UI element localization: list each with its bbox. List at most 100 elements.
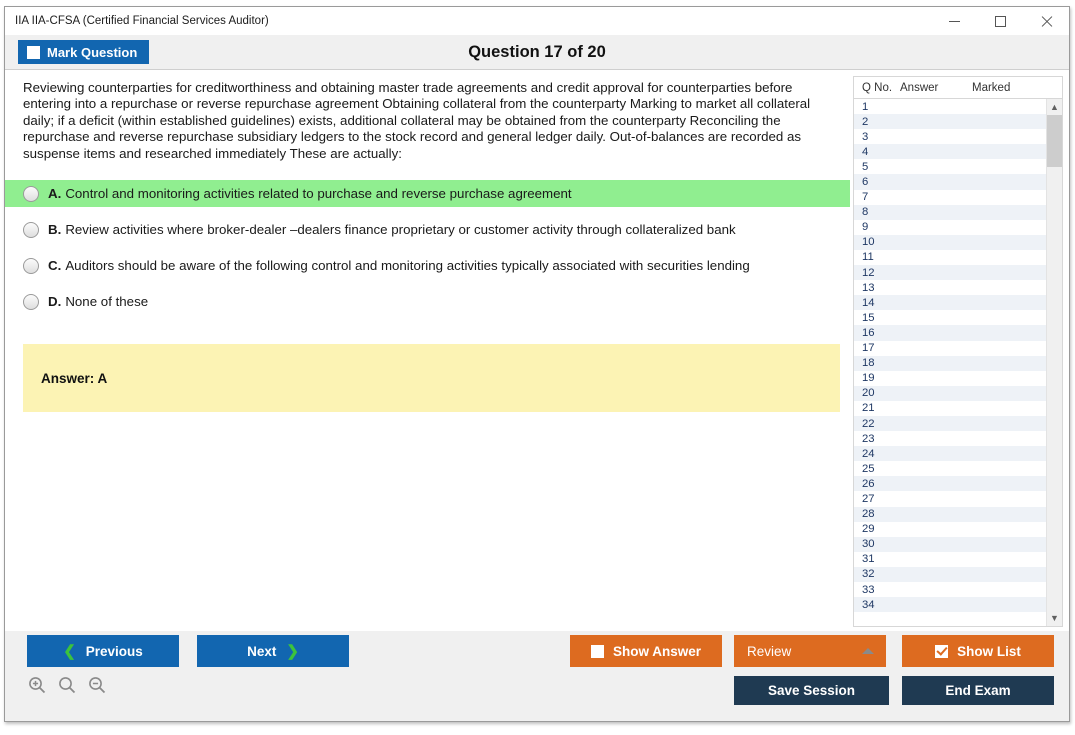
exam-footer: ❮ Previous Next ❯ Show Answer Review Sho… [5,631,1069,721]
question-list-row[interactable]: 16 [854,325,1046,341]
question-list-row[interactable]: 28 [854,506,1046,522]
question-content: Reviewing counterparties for creditworth… [5,70,850,631]
question-list-row[interactable]: 27 [854,491,1046,506]
zoom-in-icon[interactable] [27,675,47,695]
question-list-row[interactable]: 3 [854,129,1046,144]
question-list-row[interactable]: 18 [854,355,1046,371]
question-list-row[interactable]: 14 [854,295,1046,311]
question-list-row[interactable]: 2 [854,114,1046,130]
scrollbar-track[interactable] [1047,115,1062,610]
next-button[interactable]: Next ❯ [197,635,349,667]
question-list-row[interactable]: 25 [854,461,1046,476]
row-question-number: 13 [862,281,875,294]
column-header-qno: Q No. [862,81,893,94]
column-header-answer: Answer [900,81,939,94]
title-bar: IIA IIA-CFSA (Certified Financial Servic… [5,7,1069,35]
show-list-checkbox[interactable] [935,644,949,658]
row-question-number: 24 [862,447,875,460]
radio-icon-b[interactable] [23,221,39,238]
question-list-row[interactable]: 30 [854,536,1046,552]
row-question-number: 5 [862,160,869,173]
option-d-text: None of these [65,294,149,310]
question-list-row[interactable]: 31 [854,552,1046,567]
row-question-number: 2 [862,115,869,128]
question-list-scrollbar[interactable]: ▲ ▼ [1046,99,1062,626]
save-session-button[interactable]: Save Session [734,676,889,705]
question-list-header: Q No. Answer Marked [854,77,1062,99]
question-list-row[interactable]: 24 [854,446,1046,462]
option-b[interactable]: B. Review activities where broker-dealer… [5,216,850,243]
row-question-number: 34 [862,598,875,611]
show-answer-button[interactable]: Show Answer [570,635,722,667]
option-c[interactable]: C. Auditors should be aware of the follo… [5,252,850,279]
show-list-button[interactable]: Show List [902,635,1054,667]
question-counter: Question 17 of 20 [468,42,606,61]
question-list-row[interactable]: 11 [854,250,1046,265]
question-list-row[interactable]: 8 [854,204,1046,220]
exam-window: IIA IIA-CFSA (Certified Financial Servic… [4,6,1070,722]
mark-question-checkbox[interactable] [27,45,40,59]
question-list-row[interactable]: 32 [854,566,1046,582]
question-list-row[interactable]: 7 [854,190,1046,205]
question-list-row[interactable]: 29 [854,522,1046,537]
chevron-down-icon[interactable]: ▼ [1047,610,1062,626]
question-list-row[interactable]: 12 [854,265,1046,281]
question-list-row[interactable]: 34 [854,597,1046,613]
minimize-button[interactable] [931,7,977,35]
show-answer-label: Show Answer [612,643,701,659]
question-list-row[interactable]: 21 [854,401,1046,416]
radio-icon-d[interactable] [23,293,39,310]
question-list-row[interactable]: 13 [854,280,1046,295]
option-d[interactable]: D. None of these [5,288,850,315]
row-question-number: 17 [862,342,875,355]
zoom-out-icon[interactable] [87,675,107,695]
end-exam-button[interactable]: End Exam [902,676,1054,705]
row-question-number: 18 [862,357,875,370]
row-question-number: 29 [862,523,875,536]
row-question-number: 27 [862,492,875,505]
close-button[interactable] [1023,7,1069,35]
row-question-number: 20 [862,387,875,400]
row-question-number: 8 [862,206,869,219]
save-session-label: Save Session [767,683,856,698]
question-list-row[interactable]: 5 [854,159,1046,174]
row-question-number: 19 [862,372,875,385]
previous-label: Previous [85,643,143,659]
question-list-row[interactable]: 1 [854,99,1046,114]
radio-icon-a[interactable] [23,185,39,202]
question-list-row[interactable]: 26 [854,476,1046,492]
question-list-row[interactable]: 10 [854,234,1046,250]
review-dropdown[interactable]: Review [734,635,886,667]
option-b-text: Review activities where broker-dealer –d… [65,222,736,238]
question-list-row[interactable]: 15 [854,310,1046,325]
question-list-row[interactable]: 22 [854,415,1046,432]
row-question-number: 28 [862,508,875,521]
magnifier-icon[interactable] [57,675,77,695]
next-label: Next [247,643,277,659]
question-list-row[interactable]: 20 [854,385,1046,401]
answer-text: Answer: A [41,370,108,386]
question-list-row[interactable]: 17 [854,341,1046,356]
radio-icon-c[interactable] [23,257,39,274]
row-question-number: 26 [862,477,875,490]
scrollbar-thumb[interactable] [1047,115,1062,167]
question-list-row[interactable]: 23 [854,431,1046,446]
question-list-row[interactable]: 6 [854,174,1046,190]
option-a[interactable]: A. Control and monitoring activities rel… [5,180,850,208]
row-question-number: 6 [862,176,869,189]
chevron-left-icon: ❮ [63,643,76,660]
show-list-label: Show List [957,643,1021,659]
previous-button[interactable]: ❮ Previous [27,635,179,667]
question-list-row[interactable]: 4 [854,144,1046,160]
question-list-row[interactable]: 19 [854,371,1046,386]
show-answer-checkbox[interactable] [590,644,604,658]
question-list-row[interactable]: 33 [854,582,1046,597]
question-list-row[interactable]: 9 [854,220,1046,235]
row-question-number: 14 [862,296,875,309]
row-question-number: 7 [862,191,869,204]
row-question-number: 12 [862,266,875,279]
row-question-number: 25 [862,462,875,475]
maximize-button[interactable] [977,7,1023,35]
mark-question-button[interactable]: Mark Question [18,40,150,64]
chevron-up-icon[interactable]: ▲ [1047,99,1062,115]
